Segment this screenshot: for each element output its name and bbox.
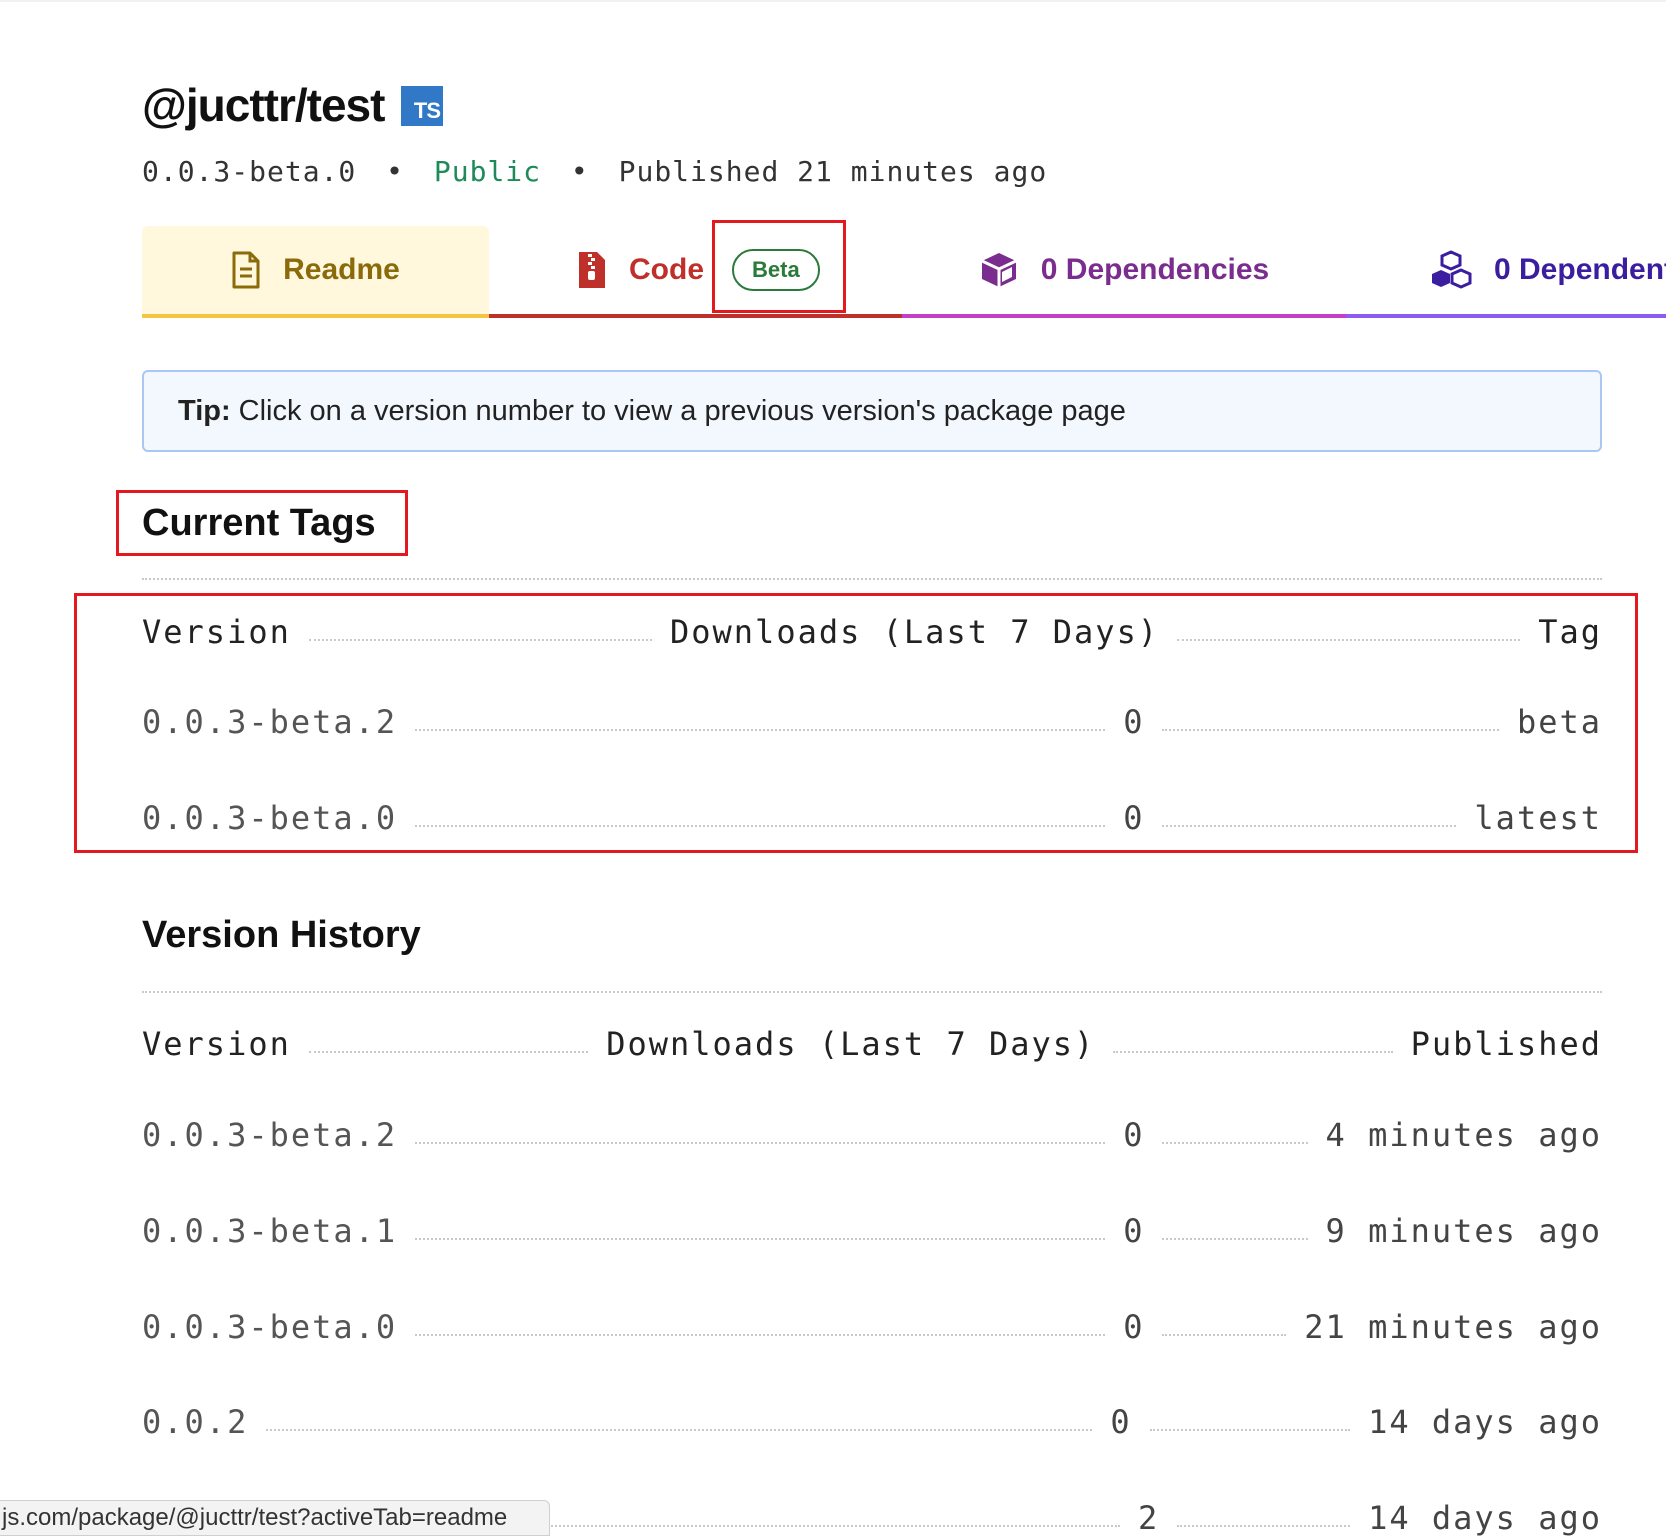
downloads-count: 0 [1123,1308,1145,1346]
tab-dependencies-label: 0 Dependencies [1040,253,1270,286]
published-time: 4 minutes ago [1325,1116,1602,1154]
top-border [0,0,1666,2]
version-history-header-row: Version Downloads (Last 7 Days) Publishe… [142,1022,1602,1066]
zip-file-icon [577,250,607,290]
tab-dependents-label: 0 Dependents [1494,253,1666,286]
current-tags-header-row: Version Downloads (Last 7 Days) Tag [142,610,1602,654]
table-row: 0.0.3-beta.2 0 4 minutes ago [142,1113,1602,1157]
annotation-box-beta [712,220,846,313]
version-link[interactable]: 0.0.3-beta.1 [142,1212,397,1250]
tag-name: beta [1516,703,1602,741]
downloads-count: 0 [1110,1403,1132,1441]
package-meta: 0.0.3-beta.0 • Public • Published 21 min… [142,155,1047,188]
published-time: Published 21 minutes ago [618,155,1048,188]
tab-dependents[interactable]: 0 Dependents [1346,226,1666,318]
column-header-published: Published [1410,1025,1603,1063]
version-link[interactable]: 0.0.2 [142,1403,248,1441]
table-row: 0.0.3-beta.0 0 latest [142,796,1602,840]
downloads-count: 0 [1123,799,1145,837]
tip-text: Click on a version number to view a prev… [238,394,1126,427]
downloads-count: 0 [1123,1212,1145,1250]
published-time: 14 days ago [1368,1403,1602,1441]
downloads-count: 2 [1138,1499,1160,1537]
column-header-version: Version [142,613,291,651]
meta-separator: • [570,155,589,188]
browser-status-bar: js.com/package/@jucttr/test?activeTab=re… [0,1500,550,1536]
status-bar-url: js.com/package/@jucttr/test?activeTab=re… [2,1504,508,1531]
version-link[interactable]: 0.0.3-beta.0 [142,1308,397,1346]
published-time: 14 days ago [1368,1499,1602,1537]
tab-readme-label: Readme [283,253,400,286]
section-divider [142,578,1602,580]
downloads-count: 0 [1123,703,1145,741]
meta-separator: • [386,155,405,188]
box-icon [979,250,1019,290]
typescript-badge-icon: TS [401,86,443,126]
package-title: @jucttr/test [142,79,385,131]
document-icon [231,251,261,289]
tab-readme[interactable]: Readme [142,226,489,318]
table-row: 0.0.2 0 14 days ago [142,1400,1602,1444]
version-link[interactable]: 0.0.3-beta.2 [142,703,397,741]
downloads-count: 0 [1123,1116,1145,1154]
version-link[interactable]: 0.0.3-beta.2 [142,1116,397,1154]
tab-code-label: Code [629,253,704,286]
section-divider [142,991,1602,993]
visibility-label: Public [433,155,542,188]
table-row: 0.0.3-beta.0 0 21 minutes ago [142,1305,1602,1349]
column-header-downloads: Downloads (Last 7 Days) [606,1025,1096,1063]
package-version: 0.0.3-beta.0 [142,155,357,188]
tab-dependencies[interactable]: 0 Dependencies [902,226,1346,318]
current-tags-title: Current Tags [142,502,376,544]
tag-name: latest [1474,799,1602,837]
column-header-version: Version [142,1025,291,1063]
column-header-downloads: Downloads (Last 7 Days) [669,613,1160,651]
table-row: 0.0.3-beta.2 0 beta [142,700,1602,744]
column-header-tag: Tag [1538,613,1603,651]
published-time: 21 minutes ago [1304,1308,1602,1346]
table-row: 0.0.3-beta.1 0 9 minutes ago [142,1209,1602,1253]
version-link[interactable]: 0.0.3-beta.0 [142,799,397,837]
published-time: 9 minutes ago [1325,1212,1602,1250]
version-history-title: Version History [142,914,421,956]
tip-label: Tip: [178,394,231,427]
boxes-icon [1430,250,1472,290]
tip-banner: Tip: Click on a version number to view a… [142,370,1602,452]
